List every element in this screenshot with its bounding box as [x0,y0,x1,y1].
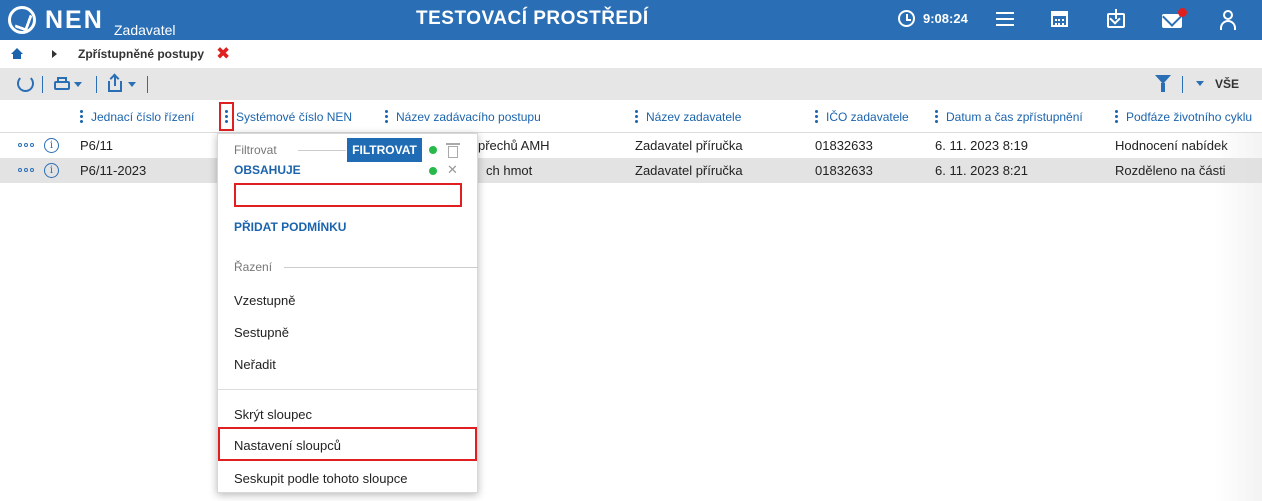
filter-section-label: Filtrovat [234,143,277,157]
cell-ico: 01832633 [815,163,873,178]
column-menu-icon[interactable] [635,108,638,125]
column-settings-item[interactable]: Nastavení sloupců [234,438,341,453]
grid-toolbar: VŠE [0,68,1262,100]
column-header[interactable]: Název zadávacího postupu [385,100,541,133]
filter-button[interactable]: FILTROVAT [347,138,422,162]
info-icon[interactable]: i [44,138,59,153]
cell-datum: 6. 11. 2023 8:19 [935,138,1029,153]
sort-ascending-item[interactable]: Vzestupně [234,293,295,308]
scroll-shadow [1215,133,1262,501]
logo-icon [8,6,36,34]
sort-descending-item[interactable]: Sestupně [234,325,289,340]
column-header[interactable]: Systémové číslo NEN [219,100,352,133]
column-menu-icon[interactable] [219,102,234,131]
inbox-icon[interactable] [1104,8,1128,32]
home-icon[interactable] [11,48,23,59]
clock-time: 9:08:24 [923,11,968,26]
clock-icon [898,10,915,27]
cell-nazev-postupu: ch hmot [486,163,533,178]
cell-nazev-postupu: přechů AMH [478,138,550,153]
cell-podfaze: Rozděleno na části [1115,163,1226,178]
breadcrumb: Zpřístupněné postupy ✖ [0,40,1262,68]
nen-logo[interactable]: NEN [8,3,104,37]
column-header[interactable]: Datum a čas zpřístupnění [935,100,1083,133]
user-icon[interactable] [1216,8,1240,32]
filter-scope-select[interactable]: VŠE [1215,77,1239,91]
status-dot [429,146,437,154]
group-by-column-item[interactable]: Seskupit podle tohoto sloupce [234,471,407,486]
chevron-down-icon [128,82,136,87]
filter-icon[interactable] [1155,75,1171,93]
calculator-icon[interactable] [1048,8,1072,32]
column-menu-icon[interactable] [935,108,938,125]
section-divider [284,267,478,268]
column-menu: Filtrovat FILTROVAT OBSAHUJE ✕ PŘIDAT PO… [217,133,478,493]
info-icon[interactable]: i [44,163,59,178]
filter-value-input[interactable] [234,183,462,207]
chevron-right-icon [52,50,57,58]
chevron-down-icon [74,82,82,87]
trash-icon[interactable] [446,143,460,158]
cell-ico: 01832633 [815,138,873,153]
column-menu-icon[interactable] [1115,108,1118,125]
session-clock: 9:08:24 [898,10,968,27]
column-header[interactable]: Podfáze životního cyklu [1115,100,1252,133]
section-divider [298,150,346,151]
row-actions-icon[interactable] [18,168,36,172]
cell-cislo: P6/11 [80,138,114,153]
toolbar-divider [147,76,148,93]
top-bar: NEN Zadavatel TESTOVACÍ PROSTŘEDÍ 9:08:2… [0,0,1262,40]
row-actions-icon[interactable] [18,143,36,147]
breadcrumb-current[interactable]: Zpřístupněné postupy [78,47,204,61]
sort-section-label: Řazení [234,260,273,274]
table-header: Jednací číslo řízení Systémové číslo NEN… [0,100,1262,133]
toolbar-divider [1182,76,1183,93]
table-row[interactable]: i P6/11 přechů AMH Zadavatel příručka 01… [0,133,1262,158]
logo-subtitle: Zadavatel [114,22,176,38]
column-menu-icon[interactable] [385,108,388,125]
close-tab-icon[interactable]: ✖ [216,44,230,64]
remove-condition-icon[interactable]: ✕ [447,162,458,178]
chevron-down-icon[interactable] [1196,81,1204,86]
add-condition-button[interactable]: PŘIDAT PODMÍNKU [234,220,346,234]
column-header[interactable]: Název zadavatele [635,100,741,133]
logo-text: NEN [45,5,104,34]
cell-cislo: P6/11-2023 [80,163,147,178]
no-sort-item[interactable]: Neřadit [234,357,276,372]
column-header[interactable]: Jednací číslo řízení [80,100,194,133]
hide-column-item[interactable]: Skrýt sloupec [234,407,312,422]
mail-icon[interactable] [1160,8,1187,32]
table-row[interactable]: i P6/11-2023 ch hmot Zadavatel příručka … [0,158,1262,183]
cell-zadavatel: Zadavatel příručka [635,138,743,153]
toolbar-divider [96,76,97,93]
menu-icon[interactable] [993,8,1017,32]
column-menu-icon[interactable] [80,108,83,125]
column-menu-icon[interactable] [815,108,818,125]
notification-dot [1178,8,1187,17]
environment-title: TESTOVACÍ PROSTŘEDÍ [416,8,649,29]
operator-select[interactable]: OBSAHUJE [234,163,301,177]
cell-podfaze: Hodnocení nabídek [1115,138,1228,153]
toolbar-divider [42,76,43,93]
refresh-icon[interactable] [16,74,36,94]
menu-divider [218,389,477,390]
print-button[interactable] [52,74,84,94]
column-header[interactable]: IČO zadavatele [815,100,909,133]
cell-datum: 6. 11. 2023 8:21 [935,163,1029,178]
cell-zadavatel: Zadavatel příručka [635,163,743,178]
export-button[interactable] [106,74,138,94]
status-dot [429,167,437,175]
